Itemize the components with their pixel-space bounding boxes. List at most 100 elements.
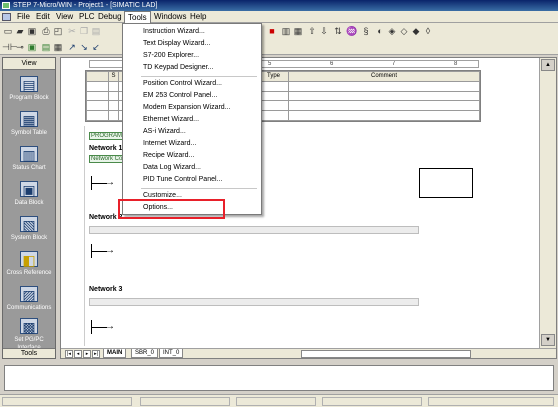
menu-separator xyxy=(141,188,257,189)
scroll-down-icon[interactable]: ▼ xyxy=(541,334,555,346)
menu-item-em253-control-panel[interactable]: EM 253 Control Panel... xyxy=(123,90,261,102)
compile-icon[interactable]: ▥ xyxy=(280,25,292,37)
program-block-icon: ▤ xyxy=(20,76,38,93)
rung-arrow-icon: → xyxy=(105,245,115,256)
horizontal-scrollbar[interactable] xyxy=(301,350,471,358)
menu-item-td-keypad-designer[interactable]: TD Keypad Designer... xyxy=(123,62,261,74)
cross-reference-icon: ◧ xyxy=(20,251,38,268)
wire-left-icon[interactable]: ↙ xyxy=(90,41,102,53)
nav-item-data-block[interactable]: ▣ Data Block xyxy=(3,179,55,215)
paste-icon[interactable]: ▤ xyxy=(90,25,102,37)
print-preview-icon[interactable]: ◰ xyxy=(52,25,64,37)
title-bar[interactable]: STEP 7-Micro/WIN - Project1 - [SIMATIC L… xyxy=(0,0,558,11)
tab-main[interactable]: MAIN xyxy=(103,349,127,358)
status-segment xyxy=(140,397,230,406)
status-area xyxy=(0,361,558,407)
menu-separator xyxy=(141,76,257,77)
compile-all-icon[interactable]: ▦ xyxy=(292,25,304,37)
bookmark-next-icon[interactable]: ◇ xyxy=(398,25,410,37)
menu-file[interactable]: File xyxy=(14,11,33,23)
coil-icon[interactable]: ⊸ xyxy=(14,41,26,53)
network-3-comment[interactable] xyxy=(89,298,419,306)
menu-item-as-i-wizard[interactable]: AS-i Wizard... xyxy=(123,126,261,138)
menu-view[interactable]: View xyxy=(53,11,76,23)
scroll-up-icon[interactable]: ▲ xyxy=(541,59,555,71)
save-icon[interactable]: ▣ xyxy=(26,25,38,37)
var-col-blank xyxy=(86,71,109,82)
symbol-icon[interactable]: § xyxy=(360,25,372,37)
var-col-symbol: S xyxy=(108,71,119,82)
menu-item-text-display-wizard[interactable]: Text Display Wizard... xyxy=(123,38,261,50)
box-icon[interactable]: ▣ xyxy=(26,41,38,53)
selected-cell[interactable] xyxy=(419,168,473,198)
tab-next-icon[interactable]: ▸ xyxy=(83,350,91,358)
network-2-comment[interactable] xyxy=(89,226,419,234)
menu-windows[interactable]: Windows xyxy=(151,11,189,23)
network-1-rung[interactable]: → xyxy=(91,176,115,190)
set-pg-pc-icon: ▩ xyxy=(20,318,38,335)
options-icon[interactable]: ♒ xyxy=(346,25,358,37)
toggle-icon[interactable]: ◐ xyxy=(374,25,386,37)
nav-item-set-pg-pc-interface[interactable]: ▩ Set PG/PC Interface xyxy=(3,316,55,352)
status-bar xyxy=(0,394,558,407)
download-icon[interactable]: ⇩ xyxy=(318,25,330,37)
nav-item-label: Status Chart xyxy=(12,165,46,171)
ruler-mark: 7 xyxy=(392,61,396,67)
upload-icon[interactable]: ⇧ xyxy=(306,25,318,37)
sort-icon[interactable]: ⇅ xyxy=(332,25,344,37)
tab-sbr-0[interactable]: SBR_0 xyxy=(131,349,159,358)
stop-icon[interactable]: ■ xyxy=(266,25,278,37)
symbol-table-icon: ▦ xyxy=(20,111,38,128)
bookmark-icon[interactable]: ◈ xyxy=(386,25,398,37)
status-segment xyxy=(236,397,316,406)
menu-debug[interactable]: Debug xyxy=(95,11,125,23)
menu-item-ethernet-wizard[interactable]: Ethernet Wizard... xyxy=(123,114,261,126)
nav-item-label: Data Block xyxy=(14,200,44,206)
tools-menu-dropdown: Instruction Wizard... Text Display Wizar… xyxy=(122,23,262,215)
ruler-mark: 6 xyxy=(330,61,334,67)
menu-item-pid-tune-control-panel[interactable]: PID Tune Control Panel... xyxy=(123,174,261,186)
network-2-rung[interactable]: → xyxy=(91,244,115,258)
vertical-scrollbar[interactable]: ▲ ▼ xyxy=(539,58,556,348)
wire-down-icon[interactable]: ↘ xyxy=(78,41,90,53)
menu-item-recipe-wizard[interactable]: Recipe Wizard... xyxy=(123,150,261,162)
menu-item-modem-expansion-wizard[interactable]: Modem Expansion Wizard... xyxy=(123,102,261,114)
wire-up-icon[interactable]: ↗ xyxy=(66,41,78,53)
menu-help[interactable]: Help xyxy=(187,11,209,23)
status-chart-icon: ▥ xyxy=(20,146,38,163)
menu-edit[interactable]: Edit xyxy=(33,11,53,23)
print-icon[interactable]: ⎙ xyxy=(40,25,52,37)
navigation-footer-tools[interactable]: Tools xyxy=(3,348,55,358)
tab-last-icon[interactable]: ▸| xyxy=(92,350,100,358)
nav-item-system-block[interactable]: ▧ System Block xyxy=(3,214,55,250)
menu-tools[interactable]: Tools xyxy=(124,11,151,23)
tab-first-icon[interactable]: |◂ xyxy=(65,350,73,358)
line-icon[interactable]: ▦ xyxy=(52,41,64,53)
bookmark-clear-icon[interactable]: ◊ xyxy=(422,25,434,37)
output-window[interactable] xyxy=(4,365,554,391)
network-3-rung[interactable]: → xyxy=(91,320,115,334)
contact-icon[interactable]: ⊣⊢ xyxy=(2,41,18,53)
network-insert-icon[interactable]: ▤ xyxy=(40,41,52,53)
document-icon[interactable] xyxy=(2,13,11,21)
cut-icon[interactable]: ✂ xyxy=(66,25,78,37)
nav-item-status-chart[interactable]: ▥ Status Chart xyxy=(3,144,55,180)
menu-item-data-log-wizard[interactable]: Data Log Wizard... xyxy=(123,162,261,174)
nav-item-label: Cross Reference xyxy=(6,270,52,276)
tab-prev-icon[interactable]: ◂ xyxy=(74,350,82,358)
var-col-comment: Comment xyxy=(288,71,480,82)
nav-item-symbol-table[interactable]: ▦ Symbol Table xyxy=(3,109,55,145)
open-file-icon[interactable]: ▰ xyxy=(14,25,26,37)
menu-item-position-control-wizard[interactable]: Position Control Wizard... xyxy=(123,78,261,90)
nav-item-communications[interactable]: ▨ Communications xyxy=(3,284,55,320)
navigation-header: View xyxy=(3,58,55,70)
nav-item-program-block[interactable]: ▤ Program Block xyxy=(3,74,55,110)
copy-icon[interactable]: ❐ xyxy=(78,25,90,37)
menu-item-internet-wizard[interactable]: Internet Wizard... xyxy=(123,138,261,150)
new-file-icon[interactable]: ▭ xyxy=(2,25,14,37)
bookmark-prev-icon[interactable]: ◆ xyxy=(410,25,422,37)
tab-int-0[interactable]: INT_0 xyxy=(159,349,184,358)
menu-item-instruction-wizard[interactable]: Instruction Wizard... xyxy=(123,26,261,38)
menu-item-s7-200-explorer[interactable]: S7-200 Explorer... xyxy=(123,50,261,62)
nav-item-cross-reference[interactable]: ◧ Cross Reference xyxy=(3,249,55,285)
